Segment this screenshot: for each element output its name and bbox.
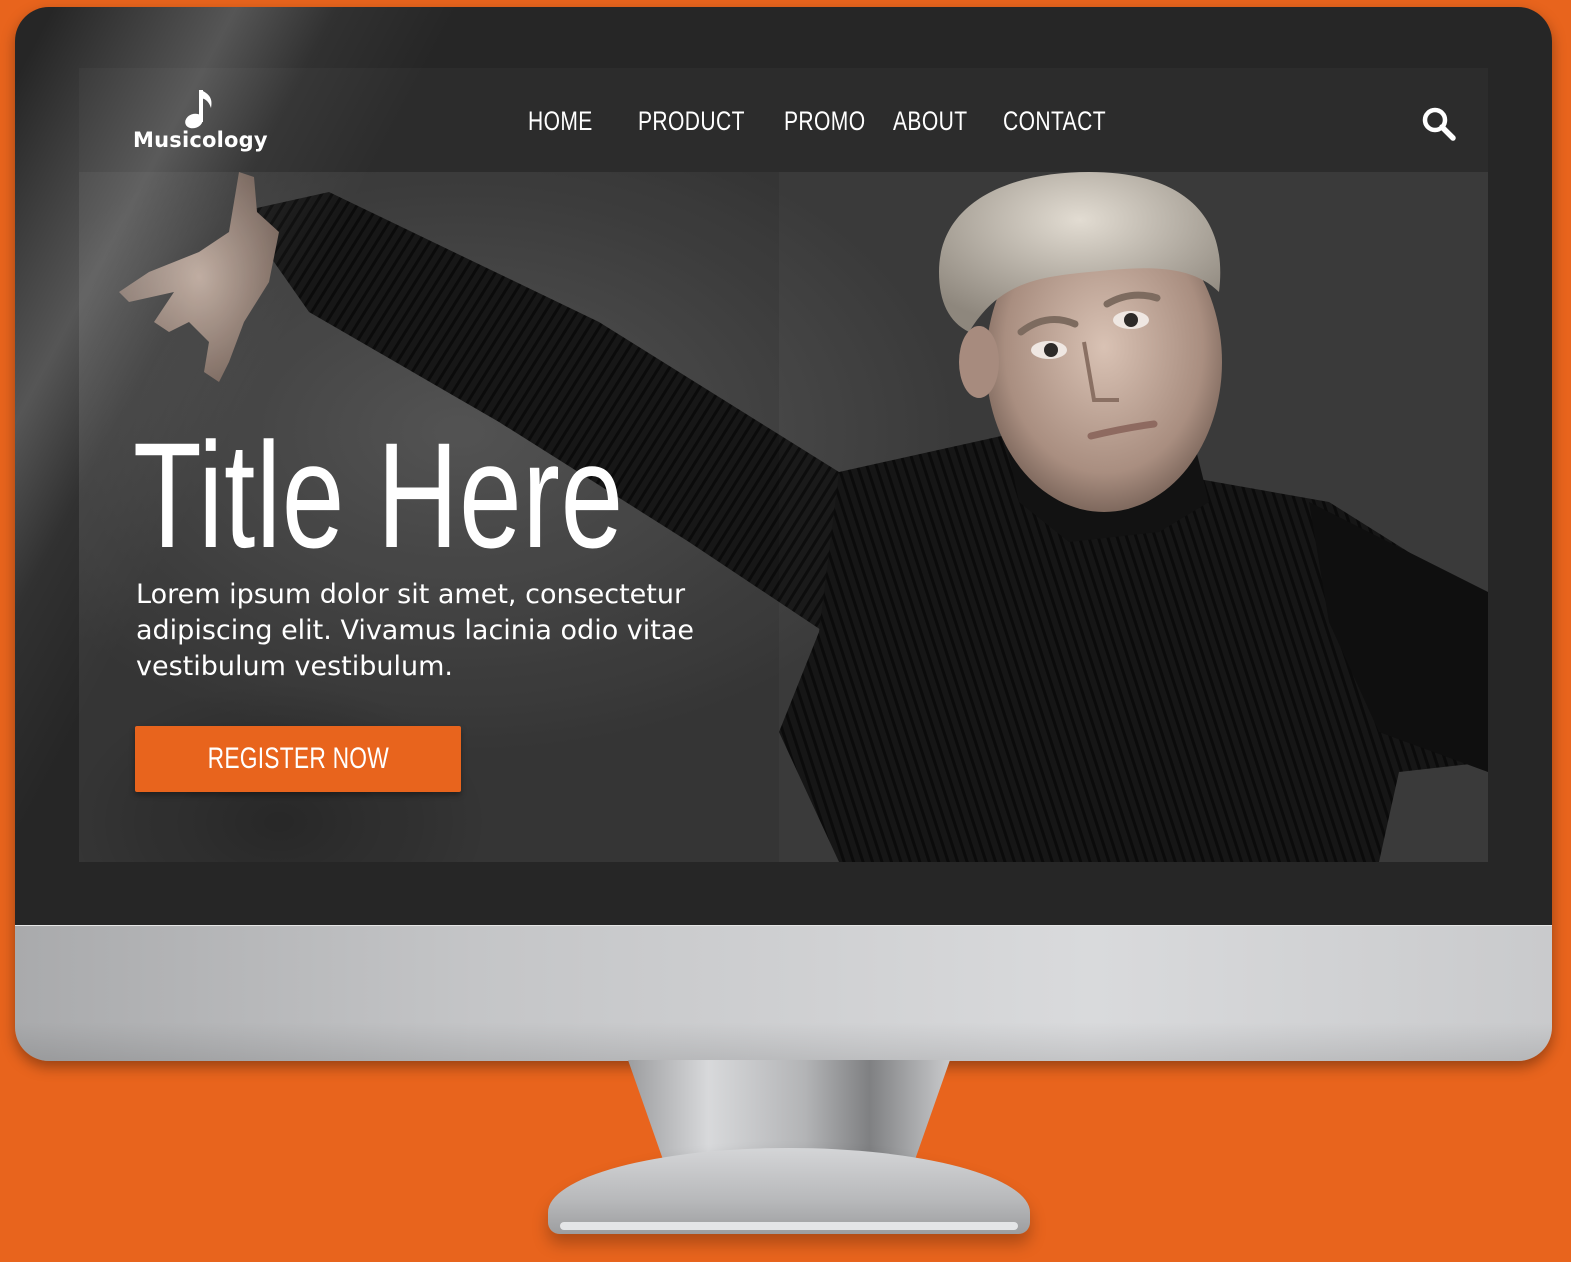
nav-promo[interactable]: PROMO — [784, 106, 866, 137]
register-now-label: REGISTER NOW — [207, 742, 389, 775]
register-now-button[interactable]: REGISTER NOW — [135, 726, 461, 792]
search-icon — [1422, 107, 1456, 141]
hero-description: Lorem ipsum dolor sit amet, consectetur … — [136, 579, 695, 682]
nav-product[interactable]: PRODUCT — [638, 106, 745, 137]
monitor-stand-base — [548, 1148, 1030, 1234]
search-button[interactable] — [1421, 106, 1457, 142]
hero-section: Title Here Lorem ipsum dolor sit amet, c… — [79, 172, 1488, 862]
navbar: Musicology HOME PRODUCT PROMO ABOUT CONT… — [79, 68, 1488, 172]
website-screen: Musicology HOME PRODUCT PROMO ABOUT CONT… — [79, 68, 1488, 862]
monitor: Musicology HOME PRODUCT PROMO ABOUT CONT… — [15, 7, 1552, 1061]
mockup-stage: Musicology HOME PRODUCT PROMO ABOUT CONT… — [0, 0, 1571, 1262]
nav-about[interactable]: ABOUT — [893, 106, 968, 137]
monitor-chin — [15, 925, 1552, 1061]
main-nav: HOME PRODUCT PROMO ABOUT CONTACT — [79, 68, 1488, 172]
hero-title: Title Here — [133, 411, 624, 579]
nav-home[interactable]: HOME — [528, 106, 593, 137]
nav-contact[interactable]: CONTACT — [1003, 106, 1106, 137]
